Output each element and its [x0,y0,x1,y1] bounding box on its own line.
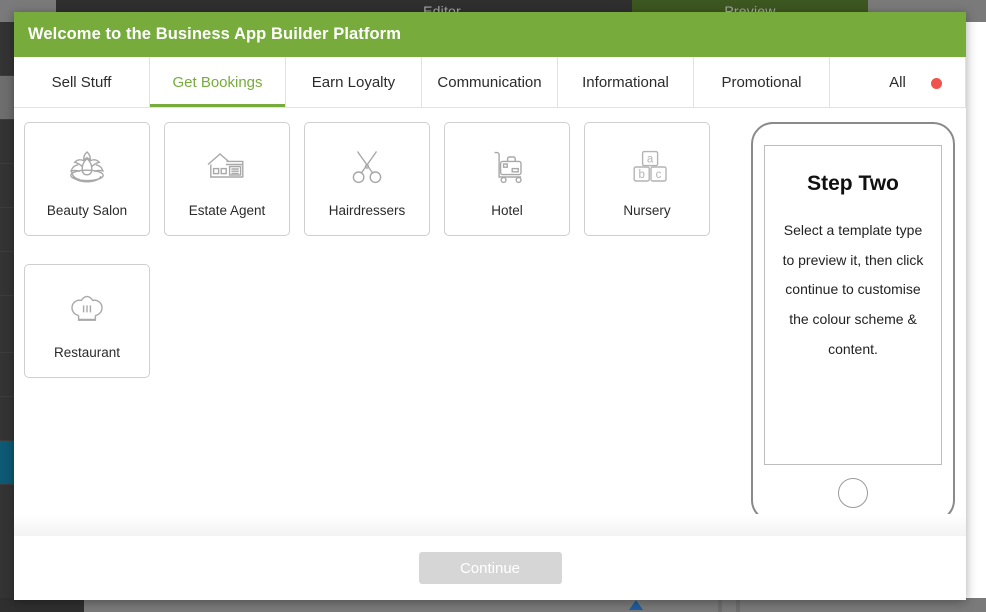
tab-communication-label: Communication [437,73,542,91]
template-preview-pane: Step Two Select a template type to previ… [740,122,966,536]
template-category-tabs: Sell Stuff Get Bookings Earn Loyalty Com… [14,57,966,108]
template-card-restaurant-label: Restaurant [53,345,121,360]
chef-hat-icon [61,282,113,334]
preview-step-title: Step Two [807,172,899,195]
template-card-estate-agent[interactable]: Estate Agent [164,122,290,236]
tab-get-bookings[interactable]: Get Bookings [150,57,286,107]
preview-step-text: Select a template type to preview it, th… [782,222,924,357]
alphabet-blocks-icon: a b c [621,140,673,192]
background-bottom-divider-1 [718,598,722,612]
template-card-beauty-salon-label: Beauty Salon [46,203,128,218]
tab-get-bookings-label: Get Bookings [172,73,263,91]
template-card-hotel[interactable]: Hotel [444,122,570,236]
tab-all-label: All [889,73,906,91]
background-bottom-bar [0,598,986,612]
template-grid: Beauty Salon Estate Agent Hairdressers H… [14,122,740,536]
tab-communication[interactable]: Communication [422,57,558,107]
notification-dot-icon [931,78,942,89]
collapse-caret-icon[interactable] [629,600,643,610]
luggage-cart-icon [481,140,533,192]
template-card-estate-agent-label: Estate Agent [188,203,266,218]
tab-promotional-label: Promotional [721,73,802,91]
house-icon [201,140,253,192]
modal-footer: Continue [14,536,966,600]
modal-body: Beauty Salon Estate Agent Hairdressers H… [14,108,966,536]
tab-all[interactable]: All [830,57,966,107]
tab-promotional[interactable]: Promotional [694,57,830,107]
phone-screen: Step Two Select a template type to previ… [764,145,942,465]
scissors-icon [341,140,393,192]
welcome-modal: Welcome to the Business App Builder Plat… [14,12,966,600]
tab-informational[interactable]: Informational [558,57,694,107]
tab-sell-stuff[interactable]: Sell Stuff [14,57,150,107]
background-bottom-dark-segment [0,598,84,612]
svg-text:b: b [638,169,644,181]
svg-text:c: c [656,169,662,181]
tab-earn-loyalty-label: Earn Loyalty [311,73,396,91]
template-card-restaurant[interactable]: Restaurant [24,264,150,378]
template-card-nursery-label: Nursery [623,203,671,218]
continue-button[interactable]: Continue [418,552,562,584]
template-card-beauty-salon[interactable]: Beauty Salon [24,122,150,236]
phone-mockup: Step Two Select a template type to previ… [751,122,955,522]
lotus-flower-icon [61,140,113,192]
svg-text:a: a [647,153,654,165]
template-card-hairdressers-label: Hairdressers [328,203,406,218]
modal-header: Welcome to the Business App Builder Plat… [14,12,966,57]
tab-informational-label: Informational [582,73,669,91]
template-card-hotel-label: Hotel [491,203,523,218]
tab-earn-loyalty[interactable]: Earn Loyalty [286,57,422,107]
background-bottom-divider-2 [736,598,740,612]
template-card-hairdressers[interactable]: Hairdressers [304,122,430,236]
template-card-nursery[interactable]: a b c Nursery [584,122,710,236]
phone-home-button-icon [838,478,868,508]
tab-sell-stuff-label: Sell Stuff [51,73,112,91]
page-title: Welcome to the Business App Builder Plat… [28,25,401,43]
